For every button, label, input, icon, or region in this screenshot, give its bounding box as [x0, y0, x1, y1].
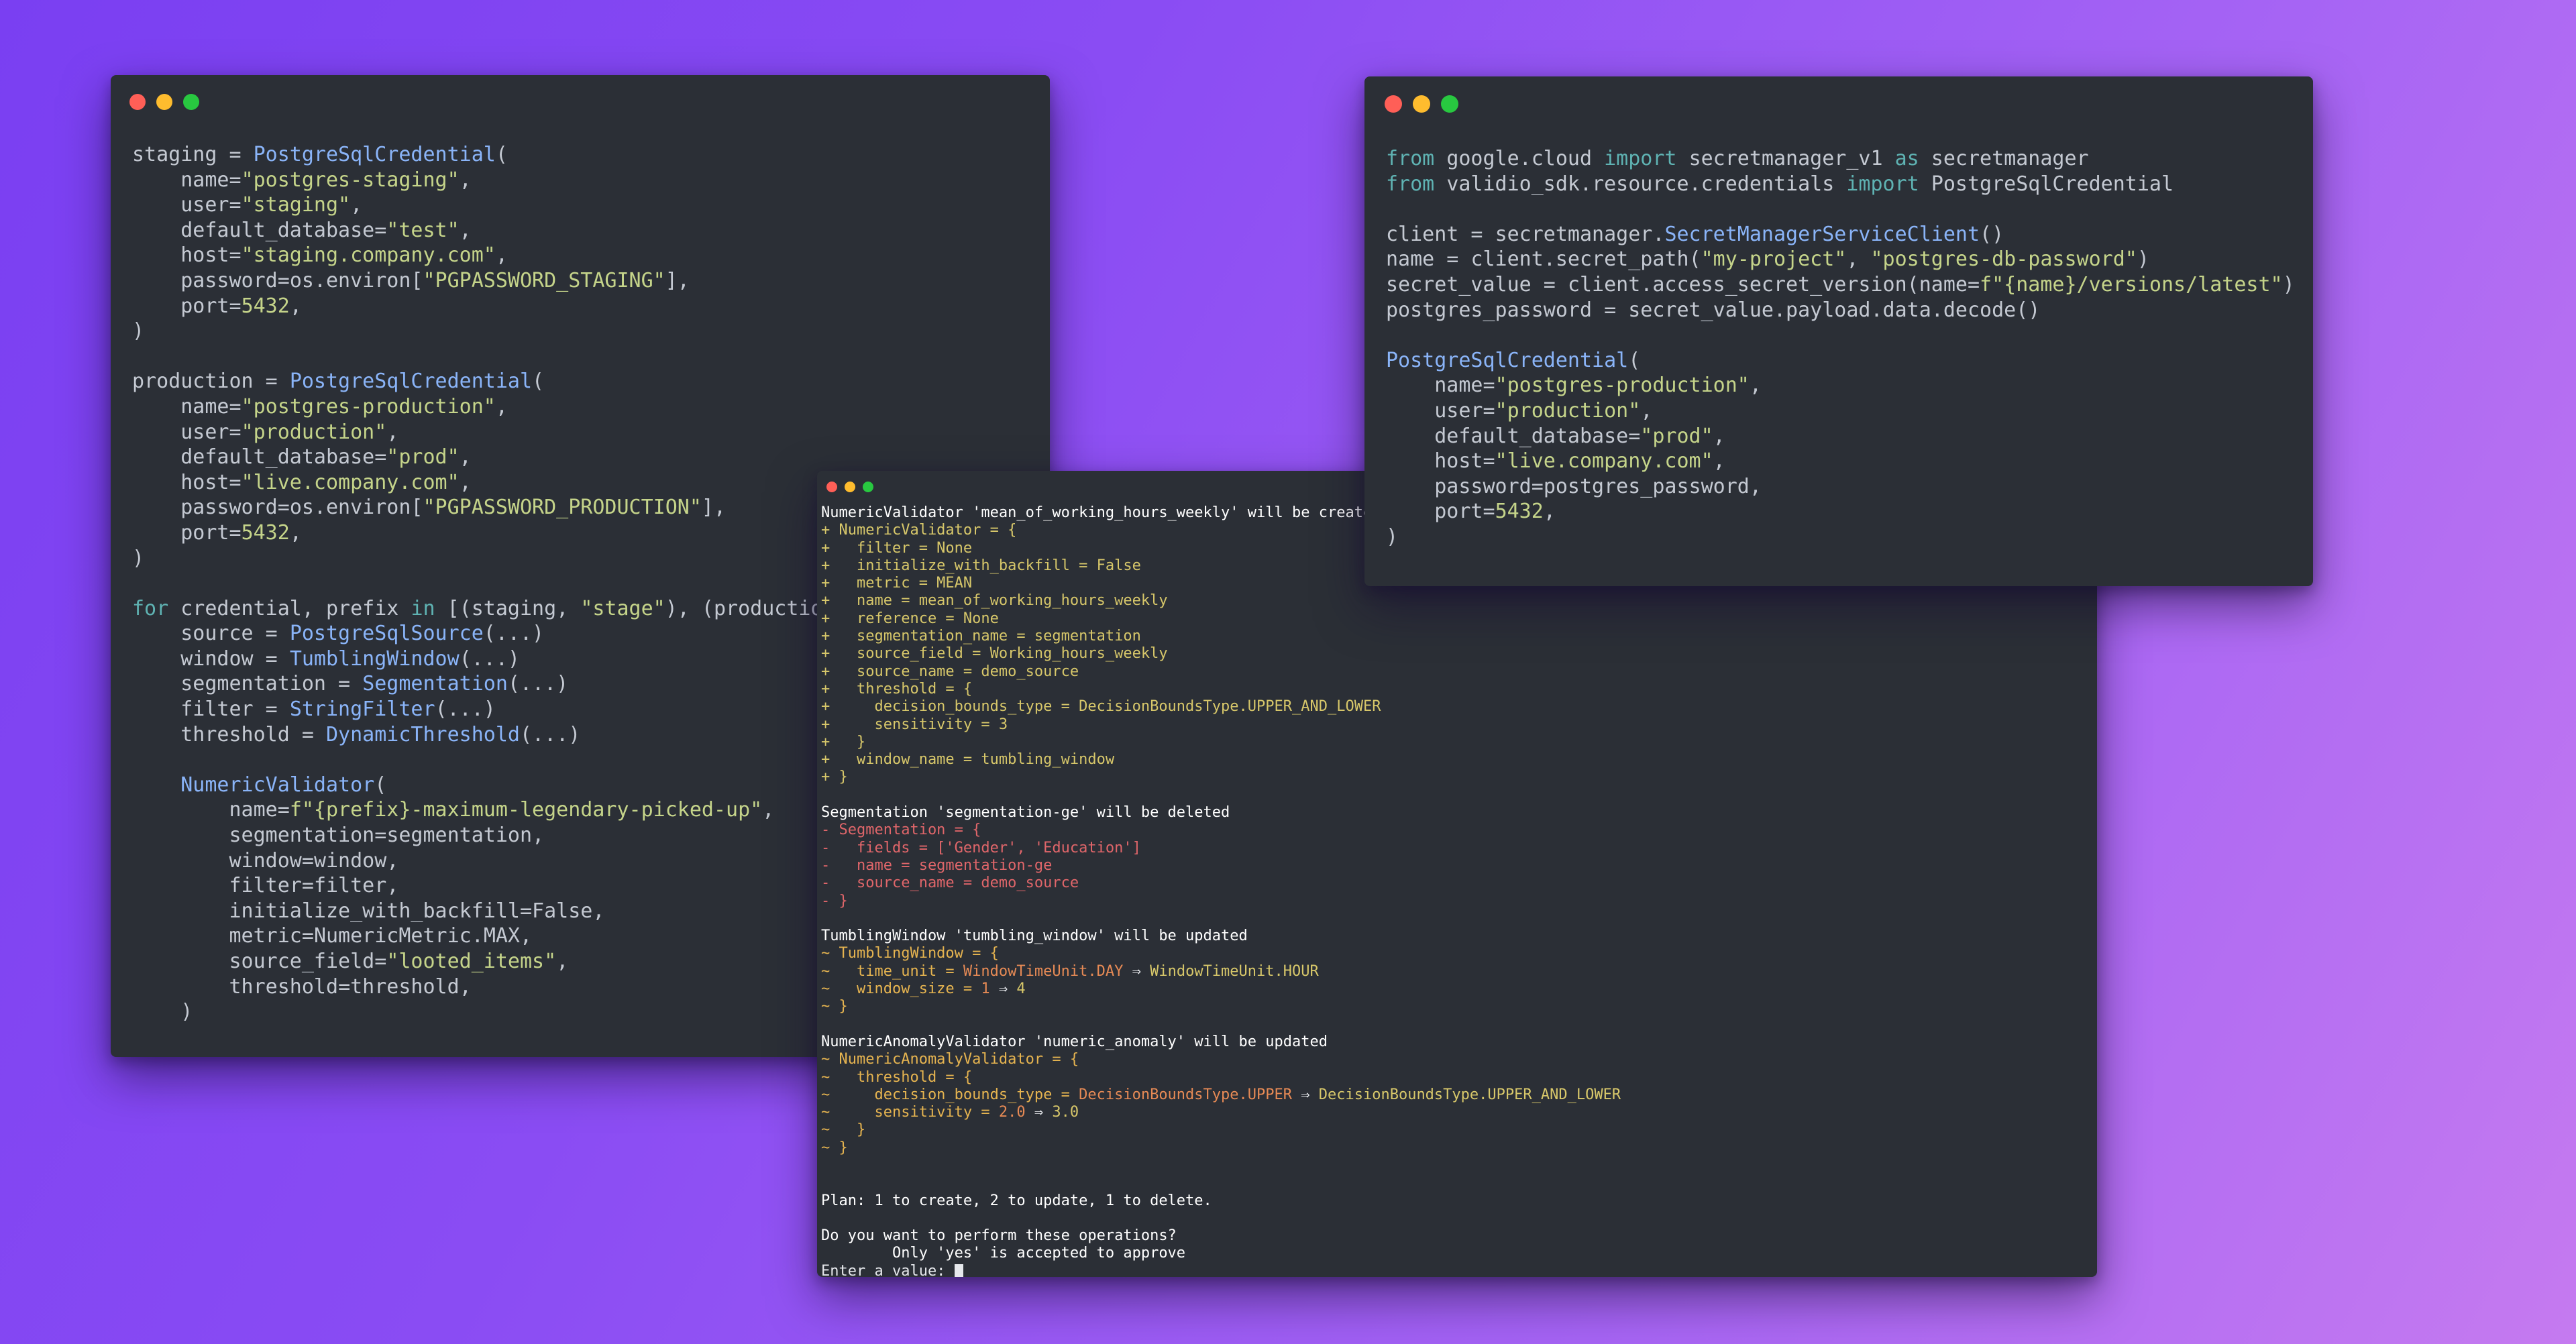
- left-code-line: name="postgres-production",: [180, 394, 508, 418]
- terminal-line: + source_field = Working_hours_weekly: [821, 645, 1168, 663]
- terminal-line: + }: [821, 769, 848, 786]
- terminal-line: - Segmentation = {: [821, 822, 981, 839]
- terminal-window: NumericValidator 'mean_of_working_hours_…: [817, 471, 2097, 1277]
- right-code-line: postgres_password = secret_value.payload…: [1386, 298, 2041, 322]
- terminal-line: Only 'yes' is accepted to approve: [821, 1245, 1186, 1262]
- terminal-line: - name = segmentation-ge: [821, 856, 1053, 874]
- minimize-window-button[interactable]: [156, 94, 172, 110]
- terminal-line: Plan: 1 to create, 2 to update, 1 to del…: [821, 1192, 1212, 1209]
- right-code-line: secret_value = client.access_secret_vers…: [1386, 272, 2295, 296]
- left-code-line: production = PostgreSqlCredential(: [132, 370, 545, 394]
- terminal-line: - fields = ['Gender', 'Education']: [821, 839, 1141, 856]
- close-window-button[interactable]: [826, 482, 837, 492]
- terminal-line: ~ window_size = 1 ⇒ 4: [821, 981, 1026, 998]
- right-code-line: port=5432,: [1434, 500, 1556, 524]
- maximize-window-button[interactable]: [863, 482, 873, 492]
- terminal-line: Do you want to perform these operations?: [821, 1227, 1177, 1245]
- close-window-button[interactable]: [1385, 95, 1402, 113]
- right-code-line: default_database="prod",: [1434, 424, 1725, 448]
- terminal-line: ~ threshold = {: [821, 1068, 973, 1086]
- maximize-window-button[interactable]: [183, 94, 199, 110]
- right-code-line: name="postgres-production",: [1434, 374, 1762, 398]
- right-code-editor-window: from google.cloud import secretmanager_v…: [1364, 76, 2313, 586]
- minimize-window-button[interactable]: [845, 482, 855, 492]
- right-code-line: user="production",: [1434, 398, 1653, 423]
- terminal-line: ~ decision_bounds_type = DecisionBoundsT…: [821, 1086, 1621, 1103]
- terminal-line: ~ NumericAnomalyValidator = {: [821, 1051, 1079, 1068]
- right-code-line: ): [1386, 524, 1399, 549]
- right-code-line: host="live.company.com",: [1434, 449, 1725, 473]
- right-code-line: PostgreSqlCredential(: [1386, 348, 1641, 372]
- left-code-line: staging = PostgreSqlCredential(: [132, 143, 508, 166]
- terminal-line: + source_name = demo_source: [821, 663, 1079, 680]
- terminal-line: ~ time_unit = WindowTimeUnit.DAY ⇒ Windo…: [821, 962, 1319, 980]
- minimize-window-button[interactable]: [1413, 95, 1430, 113]
- terminal-line: TumblingWindow 'tumbling_window' will be…: [821, 928, 1248, 945]
- left-code-line: ): [132, 319, 145, 343]
- terminal-line: - source_name = demo_source: [821, 875, 1079, 892]
- terminal-line: Segmentation 'segmentation-ge' will be d…: [821, 804, 1230, 822]
- terminal-line: + threshold = {: [821, 680, 973, 697]
- right-code-line: [1386, 323, 2295, 348]
- terminal-line: ~ }: [821, 1139, 848, 1156]
- terminal-line: + name = mean_of_working_hours_weekly: [821, 592, 1168, 610]
- left-code-line: [132, 344, 1038, 370]
- terminal-line: ~ }: [821, 1121, 866, 1139]
- terminal-line: ~ TumblingWindow = {: [821, 945, 999, 962]
- terminal-line: Enter a value:: [821, 1263, 1621, 1277]
- right-code-line: client = secretmanager.SecretManagerServ…: [1386, 222, 2004, 246]
- right-code-line: [1386, 197, 2295, 222]
- maximize-window-button[interactable]: [1441, 95, 1458, 113]
- terminal-line: NumericAnomalyValidator 'numeric_anomaly…: [821, 1033, 1328, 1050]
- code-block-secret-manager: from google.cloud import secretmanager_v…: [1386, 146, 2295, 550]
- left-code-line: default_database="test",: [180, 218, 472, 242]
- window-controls: [1385, 95, 1458, 113]
- left-code-line: user="production",: [180, 420, 399, 444]
- terminal-line: + reference = None: [821, 610, 999, 627]
- terminal-line: + window_name = tumbling_window: [821, 751, 1115, 769]
- terminal-line: + segmentation_name = segmentation: [821, 628, 1141, 645]
- terminal-line: + sensitivity = 3: [821, 716, 1008, 733]
- close-window-button[interactable]: [129, 94, 146, 110]
- left-code-line: name="postgres-staging",: [180, 168, 472, 192]
- left-code-line: host="staging.company.com",: [180, 243, 508, 268]
- terminal-line: ~ }: [821, 998, 848, 1015]
- left-code-line: port=5432,: [180, 294, 302, 318]
- terminal-cursor[interactable]: [954, 1264, 963, 1277]
- window-controls: [129, 94, 199, 110]
- right-code-line: from google.cloud import secretmanager_v…: [1386, 147, 2089, 170]
- terminal-line: - }: [821, 892, 848, 909]
- terminal-line: ~ sensitivity = 2.0 ⇒ 3.0: [821, 1104, 1079, 1121]
- right-code-line: password=postgres_password,: [1434, 474, 1762, 498]
- right-code-line: from validio_sdk.resource.credentials im…: [1386, 172, 2174, 196]
- left-code-line: user="staging",: [180, 193, 363, 217]
- terminal-line: + decision_bounds_type = DecisionBoundsT…: [821, 698, 1381, 716]
- right-code-line: name = client.secret_path("my-project", …: [1386, 247, 2149, 272]
- terminal-output: NumericValidator 'mean_of_working_hours_…: [821, 504, 1621, 1277]
- left-code-line: password=os.environ["PGPASSWORD_STAGING"…: [180, 268, 690, 292]
- window-controls: [826, 482, 873, 492]
- left-code-line: default_database="prod",: [180, 445, 472, 469]
- terminal-line: + }: [821, 733, 866, 750]
